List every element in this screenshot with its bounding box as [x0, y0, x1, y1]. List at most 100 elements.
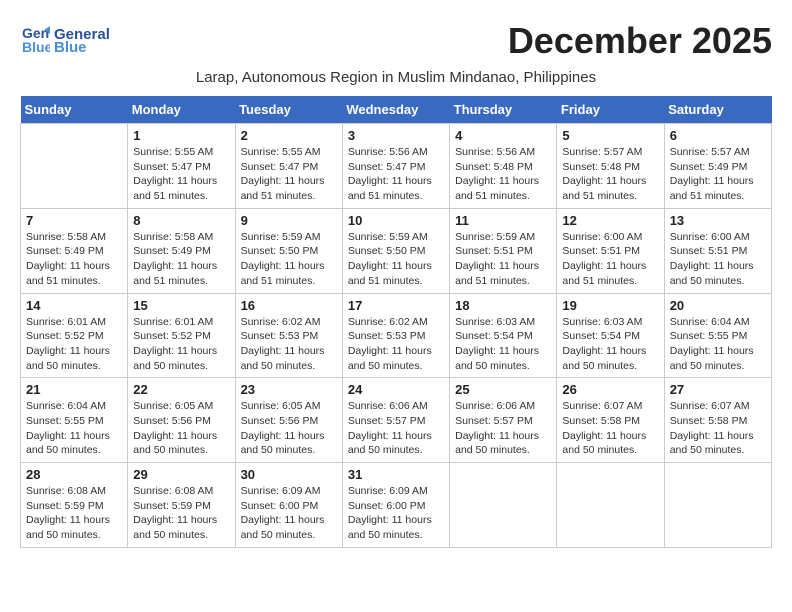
day-number: 4 [455, 128, 551, 143]
day-number: 15 [133, 298, 229, 313]
month-title-section: December 2025 [508, 20, 772, 62]
day-number: 18 [455, 298, 551, 313]
day-info: Sunrise: 6:03 AM Sunset: 5:54 PM Dayligh… [562, 315, 658, 374]
calendar-cell: 10 Sunrise: 5:59 AM Sunset: 5:50 PM Dayli… [342, 208, 449, 293]
day-info: Sunrise: 6:03 AM Sunset: 5:54 PM Dayligh… [455, 315, 551, 374]
day-info: Sunrise: 6:00 AM Sunset: 5:51 PM Dayligh… [562, 230, 658, 289]
weekday-header-wednesday: Wednesday [342, 96, 449, 124]
day-number: 31 [348, 467, 444, 482]
day-info: Sunrise: 6:09 AM Sunset: 6:00 PM Dayligh… [348, 484, 444, 543]
month-title: December 2025 [508, 20, 772, 62]
calendar-week-row: 28 Sunrise: 6:08 AM Sunset: 5:59 PM Dayli… [21, 463, 772, 548]
calendar-cell: 7 Sunrise: 5:58 AM Sunset: 5:49 PM Daylig… [21, 208, 128, 293]
calendar-cell [450, 463, 557, 548]
calendar-cell [557, 463, 664, 548]
day-number: 8 [133, 213, 229, 228]
day-info: Sunrise: 6:04 AM Sunset: 5:55 PM Dayligh… [26, 399, 122, 458]
day-number: 30 [241, 467, 337, 482]
day-info: Sunrise: 6:06 AM Sunset: 5:57 PM Dayligh… [348, 399, 444, 458]
day-info: Sunrise: 6:00 AM Sunset: 5:51 PM Dayligh… [670, 230, 766, 289]
day-number: 3 [348, 128, 444, 143]
calendar-cell: 13 Sunrise: 6:00 AM Sunset: 5:51 PM Dayli… [664, 208, 771, 293]
calendar-cell: 20Sunrise: 6:04 AM Sunset: 5:55 PM Dayli… [664, 293, 771, 378]
day-info: Sunrise: 6:08 AM Sunset: 5:59 PM Dayligh… [133, 484, 229, 543]
calendar-cell: 23Sunrise: 6:05 AM Sunset: 5:56 PM Dayli… [235, 378, 342, 463]
calendar-week-row: 21 Sunrise: 6:04 AM Sunset: 5:55 PM Dayli… [21, 378, 772, 463]
day-info: Sunrise: 5:55 AM Sunset: 5:47 PM Dayligh… [133, 145, 229, 204]
calendar-header-row: SundayMondayTuesdayWednesdayThursdayFrid… [21, 96, 772, 124]
calendar-cell: 31 Sunrise: 6:09 AM Sunset: 6:00 PM Dayli… [342, 463, 449, 548]
calendar-cell: 2 Sunrise: 5:55 AM Sunset: 5:47 PM Daylig… [235, 124, 342, 209]
day-number: 21 [26, 382, 122, 397]
day-number: 10 [348, 213, 444, 228]
calendar-cell: 26 Sunrise: 6:07 AM Sunset: 5:58 PM Dayli… [557, 378, 664, 463]
day-number: 26 [562, 382, 658, 397]
day-info: Sunrise: 6:02 AM Sunset: 5:53 PM Dayligh… [348, 315, 444, 374]
day-number: 16 [241, 298, 337, 313]
day-info: Sunrise: 5:55 AM Sunset: 5:47 PM Dayligh… [241, 145, 337, 204]
day-number: 6 [670, 128, 766, 143]
calendar-cell: 3 Sunrise: 5:56 AM Sunset: 5:47 PM Daylig… [342, 124, 449, 209]
day-info: Sunrise: 5:56 AM Sunset: 5:47 PM Dayligh… [348, 145, 444, 204]
day-info: Sunrise: 6:02 AM Sunset: 5:53 PM Dayligh… [241, 315, 337, 374]
day-number: 24 [348, 382, 444, 397]
day-info: Sunrise: 6:08 AM Sunset: 5:59 PM Dayligh… [26, 484, 122, 543]
day-number: 13 [670, 213, 766, 228]
day-number: 14 [26, 298, 122, 313]
calendar-cell: 30 Sunrise: 6:09 AM Sunset: 6:00 PM Dayli… [235, 463, 342, 548]
day-info: Sunrise: 5:59 AM Sunset: 5:51 PM Dayligh… [455, 230, 551, 289]
calendar-week-row: 7 Sunrise: 5:58 AM Sunset: 5:49 PM Daylig… [21, 208, 772, 293]
day-number: 27 [670, 382, 766, 397]
day-number: 2 [241, 128, 337, 143]
weekday-header-friday: Friday [557, 96, 664, 124]
weekday-header-thursday: Thursday [450, 96, 557, 124]
location-subtitle: Larap, Autonomous Region in Muslim Minda… [20, 69, 772, 86]
calendar-cell: 12Sunrise: 6:00 AM Sunset: 5:51 PM Dayli… [557, 208, 664, 293]
calendar-cell: 15 Sunrise: 6:01 AM Sunset: 5:52 PM Dayli… [128, 293, 235, 378]
calendar-week-row: 1 Sunrise: 5:55 AM Sunset: 5:47 PM Daylig… [21, 124, 772, 209]
day-number: 22 [133, 382, 229, 397]
calendar-cell: 19Sunrise: 6:03 AM Sunset: 5:54 PM Dayli… [557, 293, 664, 378]
day-info: Sunrise: 5:59 AM Sunset: 5:50 PM Dayligh… [241, 230, 337, 289]
calendar-cell: 25 Sunrise: 6:06 AM Sunset: 5:57 PM Dayli… [450, 378, 557, 463]
day-number: 11 [455, 213, 551, 228]
day-number: 9 [241, 213, 337, 228]
calendar-cell: 22 Sunrise: 6:05 AM Sunset: 5:56 PM Dayli… [128, 378, 235, 463]
logo: General Blue General Blue [20, 20, 110, 61]
logo-icon: General Blue [20, 20, 50, 56]
day-number: 28 [26, 467, 122, 482]
calendar-cell [664, 463, 771, 548]
day-info: Sunrise: 6:06 AM Sunset: 5:57 PM Dayligh… [455, 399, 551, 458]
calendar-cell: 16 Sunrise: 6:02 AM Sunset: 5:53 PM Dayli… [235, 293, 342, 378]
day-number: 17 [348, 298, 444, 313]
calendar-cell: 4 Sunrise: 5:56 AM Sunset: 5:48 PM Daylig… [450, 124, 557, 209]
calendar-cell: 21 Sunrise: 6:04 AM Sunset: 5:55 PM Dayli… [21, 378, 128, 463]
day-info: Sunrise: 6:07 AM Sunset: 5:58 PM Dayligh… [562, 399, 658, 458]
calendar-cell: 11 Sunrise: 5:59 AM Sunset: 5:51 PM Dayli… [450, 208, 557, 293]
day-info: Sunrise: 5:57 AM Sunset: 5:49 PM Dayligh… [670, 145, 766, 204]
calendar-cell: 29Sunrise: 6:08 AM Sunset: 5:59 PM Dayli… [128, 463, 235, 548]
day-info: Sunrise: 5:56 AM Sunset: 5:48 PM Dayligh… [455, 145, 551, 204]
day-info: Sunrise: 5:57 AM Sunset: 5:48 PM Dayligh… [562, 145, 658, 204]
day-number: 25 [455, 382, 551, 397]
calendar-cell: 24 Sunrise: 6:06 AM Sunset: 5:57 PM Dayli… [342, 378, 449, 463]
day-info: Sunrise: 6:07 AM Sunset: 5:58 PM Dayligh… [670, 399, 766, 458]
calendar-cell: 6 Sunrise: 5:57 AM Sunset: 5:49 PM Daylig… [664, 124, 771, 209]
day-info: Sunrise: 6:05 AM Sunset: 5:56 PM Dayligh… [133, 399, 229, 458]
day-number: 7 [26, 213, 122, 228]
day-number: 23 [241, 382, 337, 397]
day-number: 1 [133, 128, 229, 143]
svg-text:Blue: Blue [22, 39, 50, 55]
day-number: 5 [562, 128, 658, 143]
calendar-cell: 9 Sunrise: 5:59 AM Sunset: 5:50 PM Daylig… [235, 208, 342, 293]
calendar-cell: 18 Sunrise: 6:03 AM Sunset: 5:54 PM Dayli… [450, 293, 557, 378]
calendar-cell: 1 Sunrise: 5:55 AM Sunset: 5:47 PM Daylig… [128, 124, 235, 209]
day-info: Sunrise: 5:58 AM Sunset: 5:49 PM Dayligh… [133, 230, 229, 289]
day-info: Sunrise: 6:09 AM Sunset: 6:00 PM Dayligh… [241, 484, 337, 543]
calendar-cell [21, 124, 128, 209]
day-info: Sunrise: 5:58 AM Sunset: 5:49 PM Dayligh… [26, 230, 122, 289]
weekday-header-saturday: Saturday [664, 96, 771, 124]
weekday-header-monday: Monday [128, 96, 235, 124]
day-info: Sunrise: 6:01 AM Sunset: 5:52 PM Dayligh… [133, 315, 229, 374]
day-info: Sunrise: 5:59 AM Sunset: 5:50 PM Dayligh… [348, 230, 444, 289]
